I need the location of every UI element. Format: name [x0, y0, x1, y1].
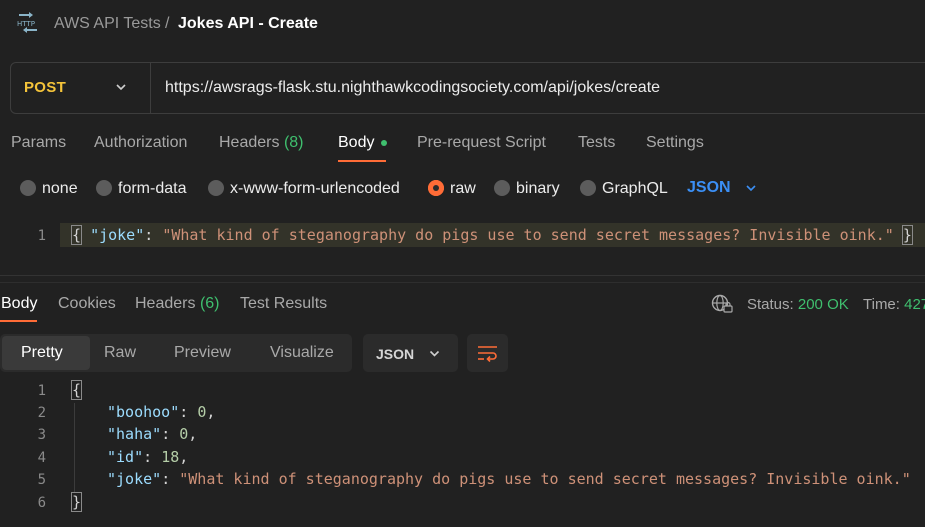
json-comma: ,: [206, 403, 216, 421]
tab-headers-count: (8): [283, 134, 304, 151]
radio-binary-label[interactable]: binary: [516, 180, 560, 198]
line-number: 1: [37, 383, 46, 399]
json-comma: ,: [179, 448, 189, 466]
page-title[interactable]: Jokes API - Create: [178, 15, 318, 33]
json-colon: :: [144, 226, 163, 244]
response-line[interactable]: "boohoo": 0,: [107, 403, 215, 421]
chevron-down-icon[interactable]: [114, 80, 128, 94]
radio-urlencoded[interactable]: [208, 180, 224, 196]
body-modified-dot: [381, 140, 387, 146]
indent-guide: [74, 403, 75, 493]
tab-params[interactable]: Params: [11, 134, 66, 152]
brace-close: }: [901, 225, 913, 245]
line-number: 5: [37, 472, 46, 488]
chevron-down-icon[interactable]: [744, 181, 758, 195]
brace-close: }: [70, 492, 83, 512]
json-string: "What kind of steganography do pigs use …: [162, 226, 894, 244]
url-input[interactable]: https://awsrags-flask.stu.nighthawkcodin…: [165, 79, 660, 97]
status-value[interactable]: 200 OK: [798, 296, 849, 313]
response-status: Status: 200 OK: [747, 296, 849, 313]
tab-tests[interactable]: Tests: [578, 134, 615, 152]
radio-form-data-label[interactable]: form-data: [118, 180, 186, 198]
view-pretty-button[interactable]: Pretty: [21, 344, 63, 362]
line-number: 2: [37, 405, 46, 421]
breadcrumb-collection[interactable]: AWS API Tests: [54, 15, 161, 33]
response-tab-headers-label: Headers: [135, 295, 196, 312]
response-format-label[interactable]: JSON: [376, 346, 414, 362]
breadcrumb-separator: /: [165, 15, 170, 32]
raw-format-select[interactable]: JSON: [687, 179, 731, 197]
tab-settings[interactable]: Settings: [646, 134, 704, 152]
response-line[interactable]: {: [70, 380, 83, 400]
time-label: Time:: [863, 296, 900, 313]
line-number: 1: [37, 228, 46, 244]
json-string: "What kind of steganography do pigs use …: [179, 470, 911, 488]
response-line[interactable]: "haha": 0,: [107, 425, 197, 443]
radio-binary[interactable]: [494, 180, 510, 196]
svg-text:HTTP: HTTP: [17, 20, 35, 28]
json-key: "id": [107, 448, 144, 466]
request-body-line[interactable]: { "joke": "What kind of steganography do…: [70, 225, 913, 245]
json-number: 0: [197, 403, 207, 421]
tab-body[interactable]: Body: [338, 134, 374, 152]
response-line[interactable]: "joke": "What kind of steganography do p…: [107, 470, 911, 488]
view-raw-button[interactable]: Raw: [104, 344, 136, 362]
url-divider: [150, 63, 151, 113]
json-key: "haha": [107, 425, 162, 443]
radio-none[interactable]: [20, 180, 36, 196]
globe-lock-icon[interactable]: [711, 294, 733, 314]
response-tab-headers[interactable]: Headers (6): [135, 295, 220, 313]
json-number: 0: [179, 425, 189, 443]
radio-form-data[interactable]: [96, 180, 112, 196]
json-number: 18: [161, 448, 180, 466]
tab-headers[interactable]: Headers (8): [219, 134, 304, 152]
radio-graphql-label[interactable]: GraphQL: [602, 180, 668, 198]
response-line[interactable]: "id": 18,: [107, 448, 188, 466]
brace-open: {: [70, 225, 83, 245]
json-key: "joke": [107, 470, 162, 488]
pane-splitter[interactable]: [0, 282, 925, 283]
json-colon: :: [161, 425, 180, 443]
line-number: 6: [37, 495, 46, 511]
response-time: Time: 427: [863, 296, 925, 313]
response-tab-body[interactable]: Body: [1, 295, 37, 313]
line-number: 3: [37, 427, 46, 443]
response-line[interactable]: }: [70, 492, 83, 512]
line-number: 4: [37, 450, 46, 466]
tab-active-indicator: [338, 160, 386, 162]
json-colon: :: [179, 403, 198, 421]
json-comma: ,: [188, 425, 198, 443]
radio-raw-label[interactable]: raw: [450, 180, 476, 198]
view-visualize-button[interactable]: Visualize: [270, 344, 334, 362]
radio-raw[interactable]: [428, 180, 444, 196]
response-tab-cookies[interactable]: Cookies: [58, 295, 116, 313]
brace-open: {: [70, 380, 83, 400]
response-tab-test-results[interactable]: Test Results: [240, 295, 327, 313]
radio-graphql[interactable]: [580, 180, 596, 196]
json-key: "joke": [90, 226, 145, 244]
response-tab-headers-count: (6): [199, 295, 220, 312]
json-colon: :: [161, 470, 180, 488]
json-key: "boohoo": [107, 403, 180, 421]
status-label: Status:: [747, 296, 794, 313]
time-value[interactable]: 427: [904, 296, 925, 313]
tab-pre-request-script[interactable]: Pre-request Script: [417, 134, 546, 152]
radio-none-label[interactable]: none: [42, 180, 78, 198]
wrap-lines-icon: [478, 346, 497, 362]
view-preview-button[interactable]: Preview: [174, 344, 231, 362]
http-icon: HTTP: [17, 12, 37, 33]
response-tab-indicator: [0, 320, 37, 322]
radio-urlencoded-label[interactable]: x-www-form-urlencoded: [230, 180, 400, 198]
chevron-down-icon[interactable]: [428, 347, 441, 360]
tab-authorization[interactable]: Authorization: [94, 134, 187, 152]
method-select[interactable]: POST: [24, 79, 66, 96]
tab-headers-label: Headers: [219, 134, 280, 151]
json-colon: :: [143, 448, 162, 466]
